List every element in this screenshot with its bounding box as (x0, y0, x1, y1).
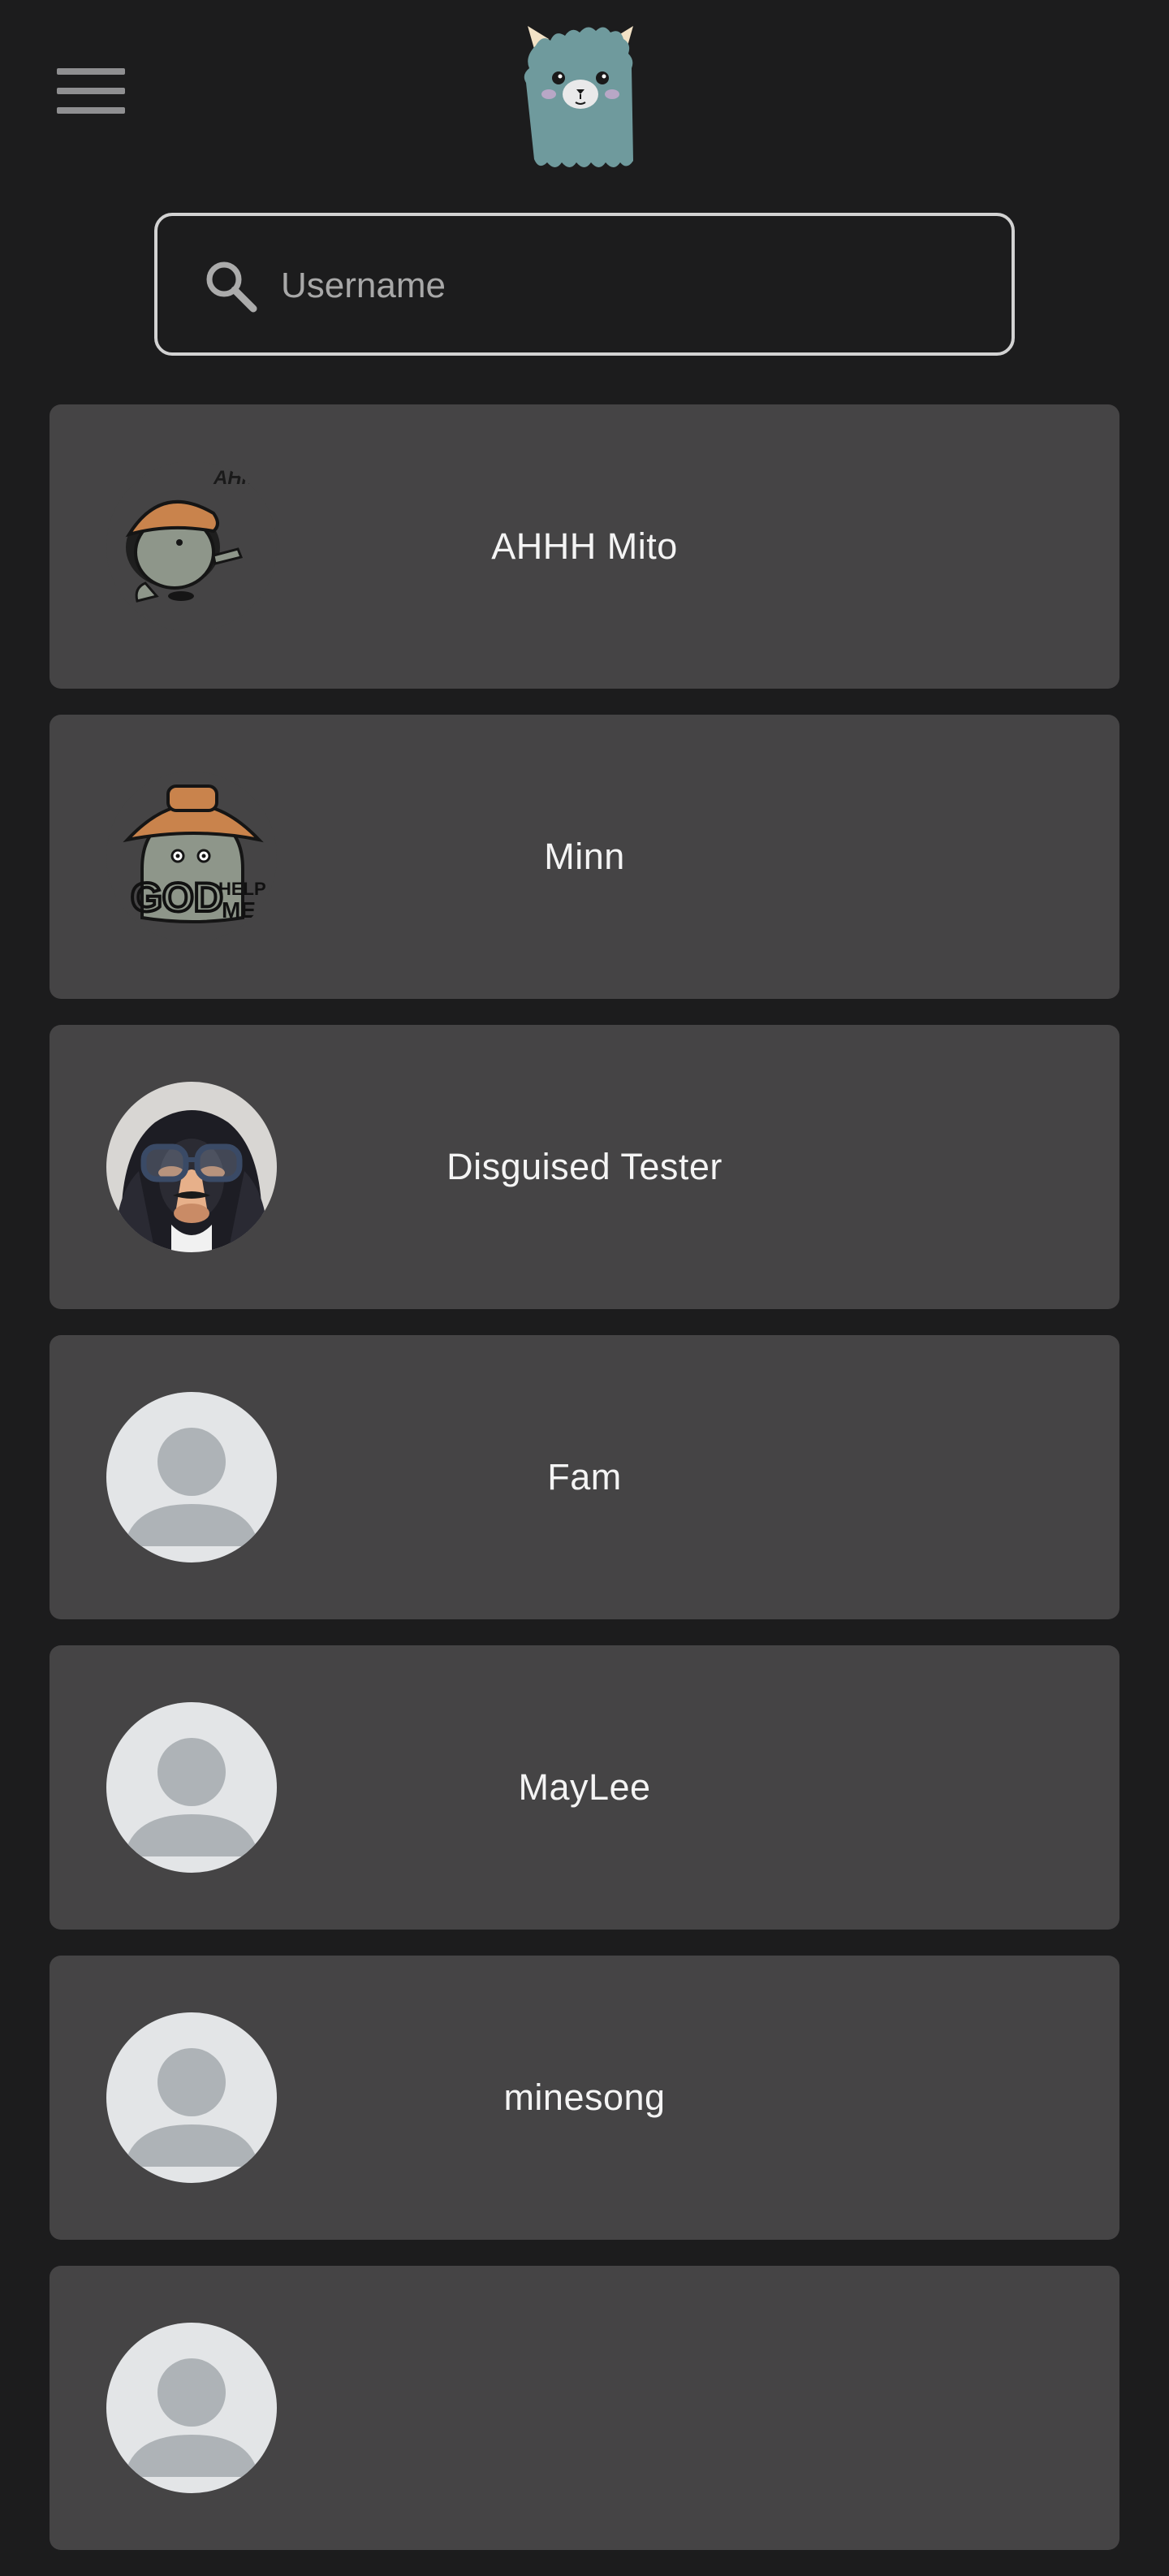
user-card[interactable]: Fam (50, 1335, 1119, 1619)
user-card[interactable]: minesong (50, 1956, 1119, 2240)
user-name: AHHH Mito (491, 525, 678, 567)
user-card[interactable]: GOD HELP ME Minn (50, 715, 1119, 999)
user-card[interactable]: Disguised Tester (50, 1025, 1119, 1309)
user-name: Disguised Tester (446, 1146, 723, 1187)
menu-bar (57, 88, 125, 94)
menu-bar (57, 107, 125, 114)
user-list: AHh. AHHH Mito GOD HELP ME Minn Disguise… (50, 404, 1119, 2576)
user-card[interactable] (50, 2266, 1119, 2550)
user-card[interactable]: AHh. AHHH Mito (50, 404, 1119, 689)
username-search-input[interactable] (281, 249, 979, 323)
alpaca-logo-icon[interactable] (520, 24, 641, 172)
user-name: minesong (503, 2077, 666, 2118)
menu-bar (57, 68, 125, 75)
user-name: MayLee (518, 1766, 651, 1808)
user-name (50, 2266, 1119, 2550)
app-header (0, 0, 1169, 187)
username-search-box[interactable] (154, 213, 1015, 356)
search-icon (206, 261, 257, 313)
hamburger-menu-icon[interactable] (57, 68, 125, 115)
user-name: Minn (544, 836, 625, 877)
user-name: Fam (547, 1456, 622, 1498)
user-card[interactable]: MayLee (50, 1645, 1119, 1930)
